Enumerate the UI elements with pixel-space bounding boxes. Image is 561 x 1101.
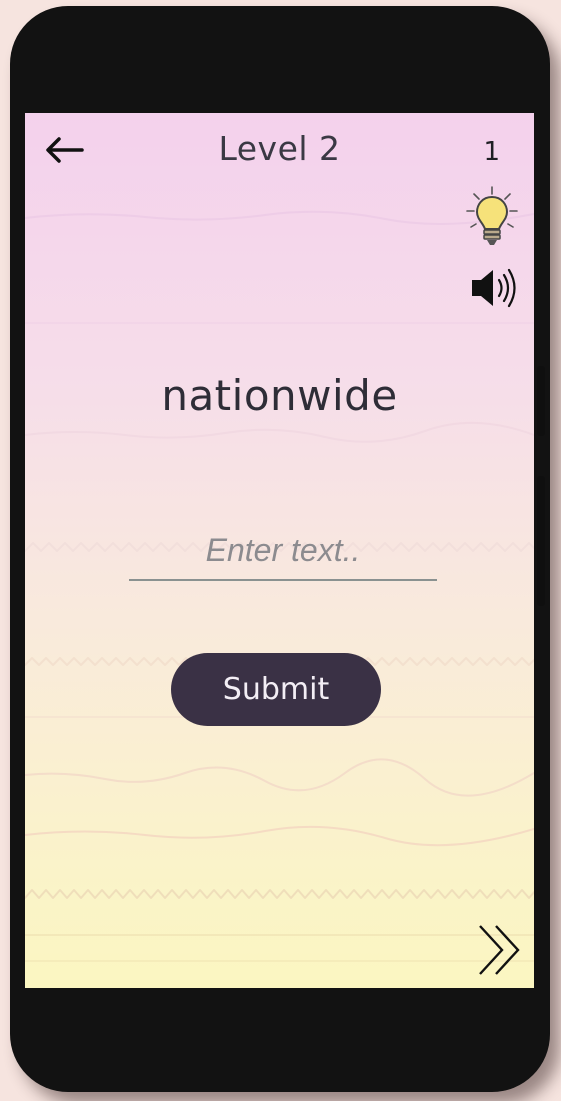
next-button[interactable] [476, 922, 532, 978]
score-counter: 1 [483, 137, 500, 167]
level-title: Level 2 [218, 129, 341, 168]
hint-button[interactable] [464, 185, 520, 253]
page: Level 2 1 nationwide Enter text.. Submit [0, 0, 561, 1101]
target-word: nationwide [161, 371, 398, 420]
answer-input[interactable] [129, 521, 437, 581]
volume-button [537, 366, 545, 436]
lightbulb-icon [466, 186, 518, 245]
sound-button[interactable] [466, 265, 524, 311]
speaker-icon [472, 268, 516, 308]
double-chevron-right-icon [479, 925, 520, 975]
app-screen: Level 2 1 nationwide Enter text.. Submit [25, 113, 534, 988]
submit-button[interactable]: Submit [171, 653, 381, 726]
power-button [537, 476, 545, 606]
